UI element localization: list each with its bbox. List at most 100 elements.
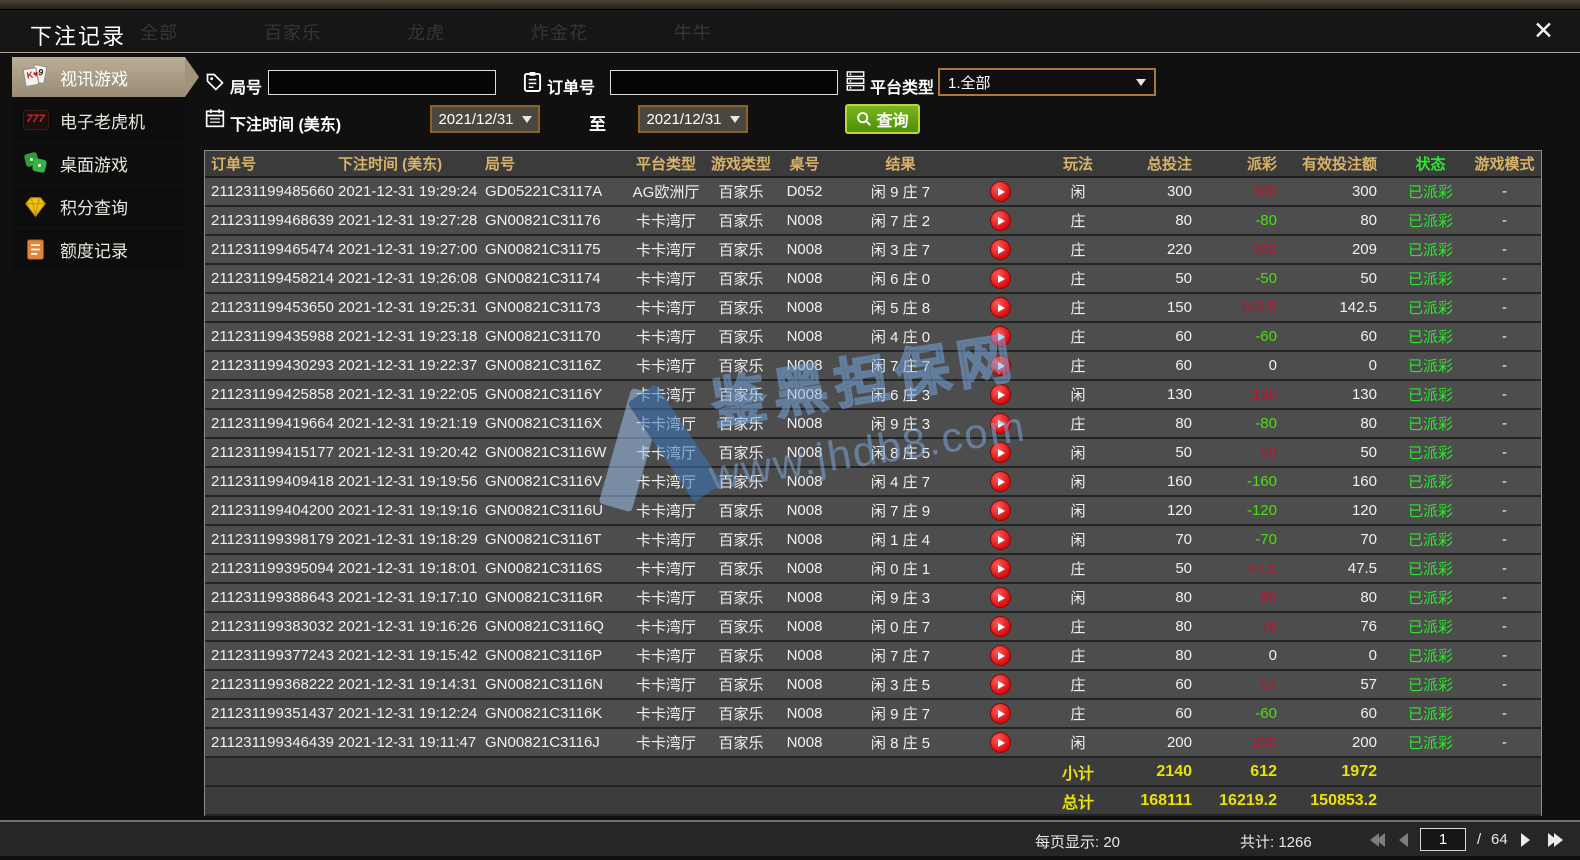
- cell-bet: 80: [1175, 212, 1192, 229]
- cell-round: GD05221C3117A: [485, 183, 603, 200]
- per-page-text: 每页显示: 20: [1035, 834, 1121, 851]
- cell-playtype: 庄: [1070, 706, 1086, 723]
- search-button[interactable]: 查询: [845, 104, 920, 134]
- cell-valid: 142.5: [1339, 299, 1377, 316]
- cell-play: [990, 471, 1011, 492]
- round-number-input[interactable]: [268, 70, 496, 95]
- play-video-icon[interactable]: [990, 355, 1011, 376]
- next-page-icon[interactable]: [1521, 833, 1530, 847]
- cell-bet: 220: [1166, 241, 1192, 258]
- cell-platform: AG欧洲厅: [632, 184, 700, 201]
- cell-result: 闲 8 庄 5: [870, 445, 931, 462]
- header-order: 订单号: [211, 156, 257, 173]
- prev-page-icon[interactable]: [1399, 833, 1408, 847]
- calendar-icon: [205, 108, 225, 133]
- play-video-icon[interactable]: [990, 384, 1011, 405]
- cell-time: 2021-12-31 19:18:29: [338, 531, 478, 548]
- sidebar-item-quota-records[interactable]: 额度记录: [12, 229, 185, 269]
- play-video-icon[interactable]: [990, 732, 1011, 753]
- cell-game: 百家乐: [718, 184, 764, 201]
- sidebar-item-slot-machines[interactable]: 777 电子老虎机: [12, 100, 185, 140]
- cell-valid: 0: [1368, 647, 1377, 664]
- table-row: 211231199404200 2021-12-31 19:19:16 GN0082…: [205, 497, 1541, 526]
- order-number-input[interactable]: [610, 70, 838, 95]
- cell-status: 已派彩: [1407, 445, 1453, 462]
- cell-table_no: N008: [786, 241, 823, 258]
- cell-result: 闲 9 庄 7: [870, 706, 931, 723]
- play-video-icon[interactable]: [990, 645, 1011, 666]
- play-video-icon[interactable]: [990, 297, 1011, 318]
- cell-play: [990, 268, 1011, 289]
- play-video-icon[interactable]: [990, 413, 1011, 434]
- cell-valid: 80: [1360, 415, 1377, 432]
- chevron-down-icon: [729, 115, 740, 123]
- table-row: 211231199351437 2021-12-31 19:12:24 GN0082…: [205, 700, 1541, 729]
- cell-round: GN00821C3116J: [485, 734, 600, 751]
- cell-valid: 80: [1360, 212, 1377, 229]
- cell-payout: 0: [1268, 357, 1277, 374]
- play-video-icon[interactable]: [990, 529, 1011, 550]
- play-video-icon[interactable]: [990, 471, 1011, 492]
- play-video-icon[interactable]: [990, 558, 1011, 579]
- header-table_no: 桌号: [789, 156, 820, 173]
- cell-mode: -: [1502, 270, 1507, 287]
- cell-time: 2021-12-31 19:15:42: [338, 647, 478, 664]
- play-video-icon[interactable]: [990, 326, 1011, 347]
- cell-time: 2021-12-31 19:25:31: [338, 299, 478, 316]
- cell-order: 211231199377243: [211, 647, 334, 664]
- background-menu-item: 百家乐: [264, 22, 321, 43]
- play-video-icon[interactable]: [990, 500, 1011, 521]
- play-video-icon[interactable]: [990, 268, 1011, 289]
- header-platform: 平台类型: [635, 156, 696, 173]
- table-row: 211231199346439 2021-12-31 19:11:47 GN0082…: [205, 729, 1541, 758]
- cell-bet: 60: [1175, 328, 1192, 345]
- cell-time: 2021-12-31 19:11:47: [338, 734, 477, 751]
- cell-payout: 50: [1260, 444, 1277, 461]
- cell-playtype: 闲: [1070, 735, 1086, 752]
- cell-game: 百家乐: [718, 416, 764, 433]
- cell-game: 百家乐: [718, 358, 764, 375]
- platform-type-select[interactable]: 1.全部: [938, 68, 1156, 96]
- cell-payout: 57: [1260, 676, 1277, 693]
- magnifier-icon: [856, 111, 872, 127]
- cell-table_no: N008: [786, 531, 823, 548]
- cell-order: 211231199398179: [211, 531, 334, 548]
- cell-play: [990, 297, 1011, 318]
- page-number-input[interactable]: [1420, 828, 1466, 851]
- cell-bet: 80: [1175, 647, 1192, 664]
- play-video-icon[interactable]: [990, 239, 1011, 260]
- cell-payout: -120: [1246, 502, 1277, 519]
- play-video-icon[interactable]: [990, 703, 1011, 724]
- cell-game: 百家乐: [718, 329, 764, 346]
- play-video-icon[interactable]: [990, 616, 1011, 637]
- sidebar-item-label: 积分查询: [60, 198, 128, 218]
- sidebar-item-video-games[interactable]: 9 K♥ 视讯游戏: [12, 57, 199, 97]
- play-video-icon[interactable]: [990, 210, 1011, 231]
- cell-valid: 70: [1360, 531, 1377, 548]
- cell-play: [990, 384, 1011, 405]
- cell-play: [990, 616, 1011, 637]
- cell-valid: 130: [1351, 386, 1377, 403]
- cell-round: GN00821C31176: [485, 212, 601, 229]
- cell-order: 211231199351437: [211, 705, 334, 722]
- play-video-icon[interactable]: [990, 674, 1011, 695]
- cell-status: 已派彩: [1407, 242, 1453, 259]
- date-to-select[interactable]: 2021/12/31: [638, 105, 748, 133]
- sidebar-item-points-query[interactable]: 积分查询: [12, 186, 185, 226]
- cell-platform: 卡卡湾厅: [635, 735, 696, 752]
- total-row: 总计 168111 16219.2 150853.2: [205, 787, 1541, 816]
- play-video-icon[interactable]: [990, 181, 1011, 202]
- play-video-icon[interactable]: [990, 442, 1011, 463]
- first-page-icon[interactable]: [1370, 833, 1385, 847]
- close-icon[interactable]: ✕: [1533, 17, 1554, 45]
- cell-payout: 142.5: [1239, 299, 1277, 316]
- play-video-icon[interactable]: [990, 587, 1011, 608]
- sidebar-item-table-games[interactable]: 桌面游戏: [12, 143, 185, 183]
- cell-platform: 卡卡湾厅: [635, 445, 696, 462]
- last-page-icon[interactable]: [1548, 833, 1563, 847]
- header-valid: 有效投注额: [1301, 156, 1377, 173]
- cell-order: 211231199458214: [211, 270, 334, 287]
- cell-status: 已派彩: [1407, 706, 1453, 723]
- cell-round: GN00821C3116S: [485, 560, 603, 577]
- date-from-select[interactable]: 2021/12/31: [430, 105, 540, 133]
